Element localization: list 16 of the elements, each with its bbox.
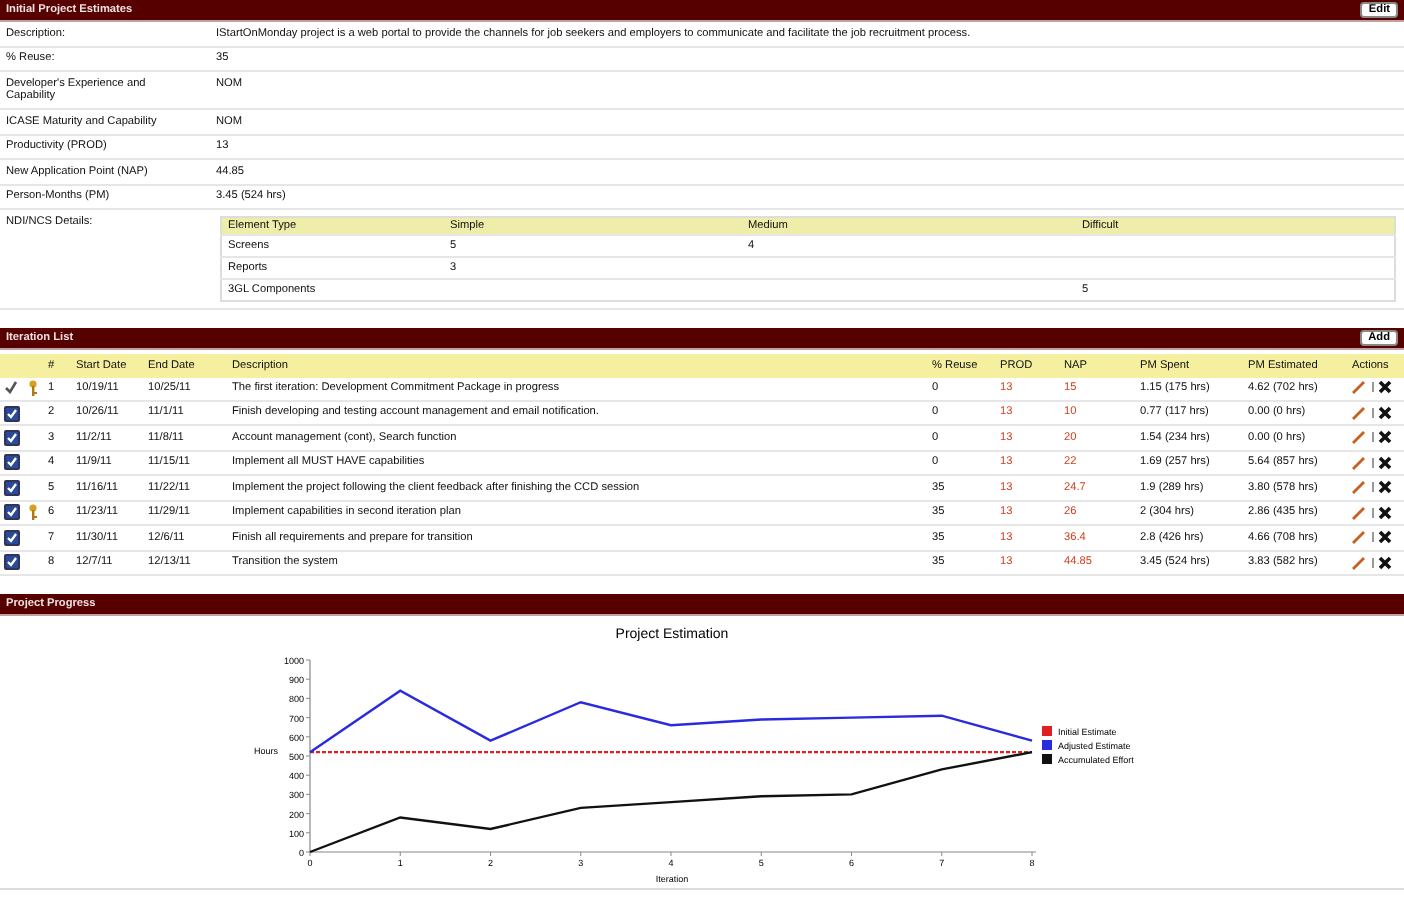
checkbox[interactable]: [4, 405, 20, 421]
delete-icon[interactable]: [1378, 555, 1393, 570]
delete-icon[interactable]: [1378, 405, 1393, 420]
checkbox[interactable]: [4, 479, 20, 496]
checkbox[interactable]: [4, 429, 20, 446]
delete-icon[interactable]: [1378, 480, 1393, 495]
delete-icon[interactable]: [1378, 455, 1393, 470]
delete-icon[interactable]: [1378, 430, 1393, 445]
checkbox[interactable]: [4, 454, 20, 471]
delete-icon[interactable]: [1378, 505, 1393, 520]
check-icon[interactable]: [4, 380, 18, 395]
delete-icon[interactable]: [1378, 530, 1393, 545]
checkbox[interactable]: [4, 529, 20, 546]
checkbox[interactable]: [4, 504, 20, 521]
delete-icon[interactable]: [1378, 380, 1393, 395]
checkbox[interactable]: [4, 554, 20, 571]
